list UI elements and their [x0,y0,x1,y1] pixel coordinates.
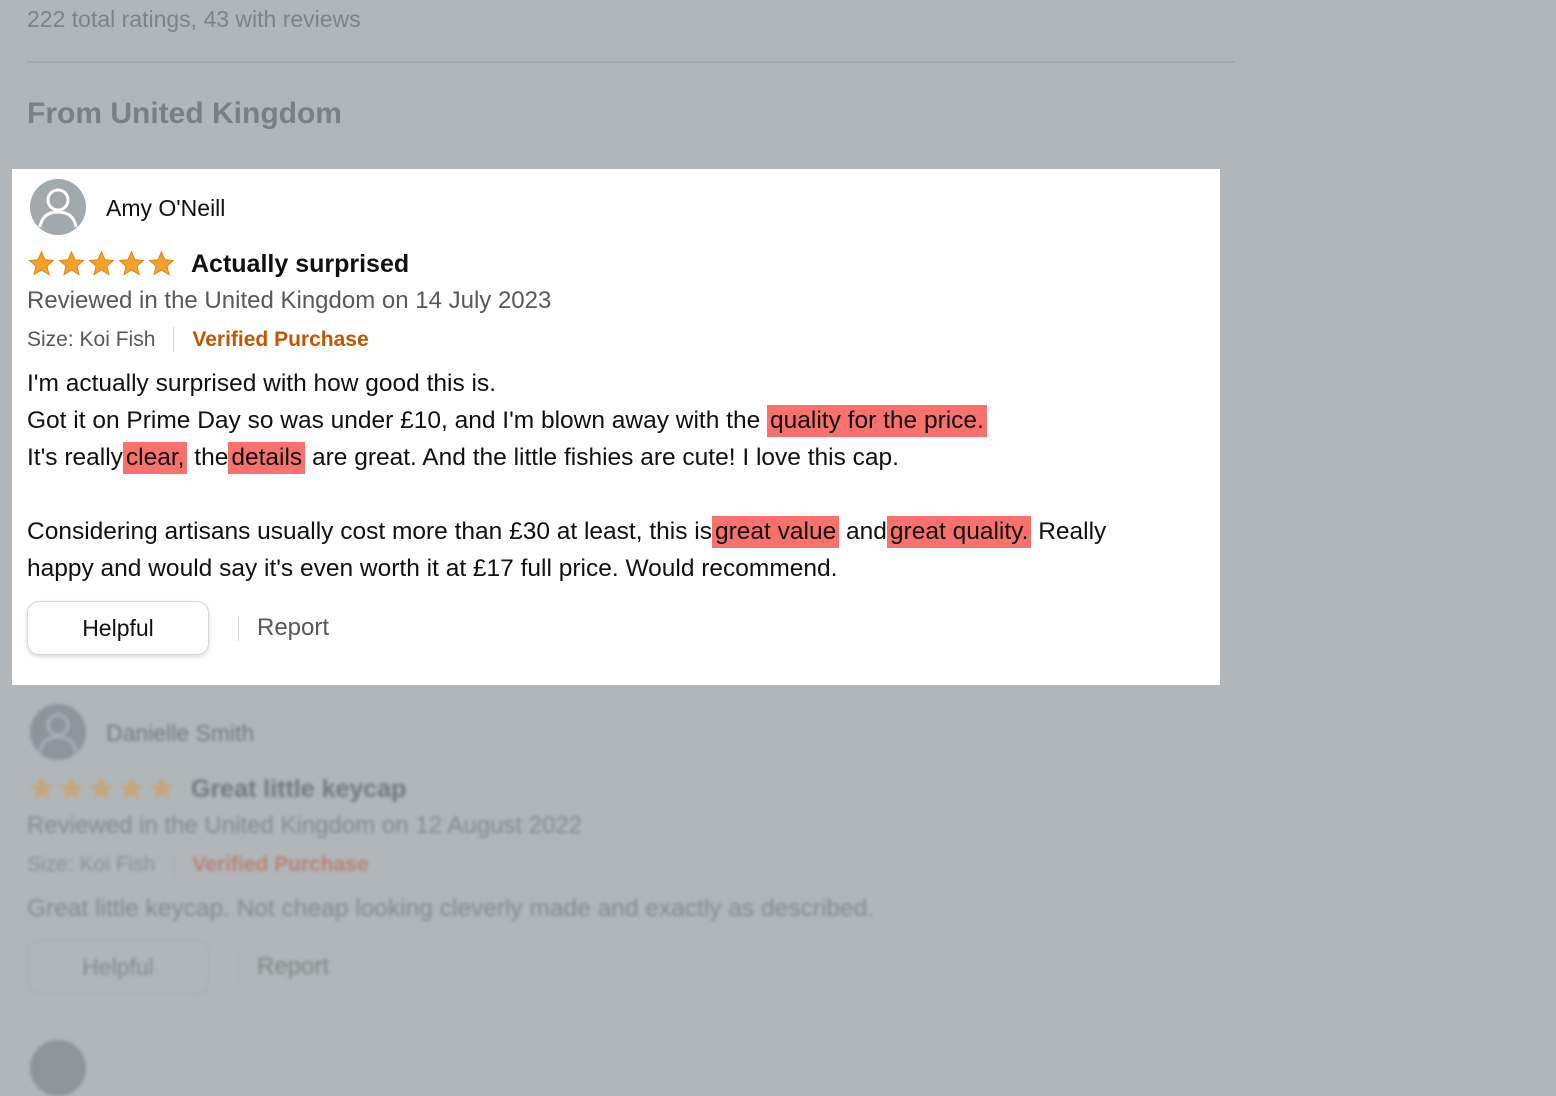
report-link[interactable]: Report [257,953,329,981]
helpful-button[interactable]: Helpful [27,601,209,655]
action-divider [238,617,239,641]
size-label[interactable]: Size: Koi Fish [27,328,155,352]
verified-purchase-badge: Verified Purchase [192,327,369,351]
highlight-details: details [228,442,306,474]
star-icon [59,776,84,800]
review-card-highlighted: Amy O'Neill Actually surprised Reviewed … [12,169,1220,685]
meta-divider [173,852,175,877]
review-body: Great little keycap. Not cheap looking c… [27,895,875,922]
avatar-icon [30,179,86,235]
highlight-great-value: great value [711,516,840,548]
section-divider [27,61,1235,63]
star-icon [89,776,114,800]
report-link[interactable]: Report [257,614,329,642]
star-icon [119,776,144,800]
review-date: Reviewed in the United Kingdom on 14 Jul… [27,287,552,314]
highlight-great-quality: great quality. [886,516,1032,548]
avatar-icon [30,704,86,760]
review-meta: Size: Koi Fish Verified Purchase [27,327,369,352]
review-card-blurred: Danielle Smith Great little keycap Revie… [12,700,1220,1096]
avatar-icon [30,1040,86,1096]
star-icon [118,250,145,276]
verified-purchase-badge: Verified Purchase [192,852,369,876]
review-title[interactable]: Great little keycap [191,775,406,804]
star-icon [58,250,85,276]
section-title: From United Kingdom [27,97,342,130]
review-meta: Size: Koi Fish Verified Purchase [27,852,369,877]
review-line-5: happy and would say it's even worth it a… [27,555,838,582]
review-line-2: Got it on Prime Day so was under £10, an… [27,402,1106,439]
size-label[interactable]: Size: Koi Fish [27,853,155,877]
meta-divider [173,327,175,352]
reviewer-name[interactable]: Danielle Smith [106,720,254,747]
ratings-summary: 222 total ratings, 43 with reviews [27,6,361,32]
star-rating [27,775,176,802]
review-line-blank [27,476,1106,513]
star-icon [149,776,174,800]
star-icon [88,250,115,276]
highlight-quality-for-price: quality for the price. [767,405,987,437]
highlight-clear: clear, [122,442,188,474]
review-line-4: Considering artisans usually cost more t… [27,513,1106,550]
review-body: I'm actually surprised with how good thi… [27,365,1106,587]
reviewer-name[interactable]: Amy O'Neill [106,195,225,222]
review-line-3: It's really clear, the details are great. … [27,439,1106,476]
review-date: Reviewed in the United Kingdom on 12 Aug… [27,812,583,839]
helpful-button[interactable]: Helpful [27,940,209,994]
star-icon [28,250,55,276]
star-icon [29,776,54,800]
star-rating [27,250,176,277]
action-divider [238,956,239,980]
review-line-1: I'm actually surprised with how good thi… [27,370,497,397]
review-title[interactable]: Actually surprised [191,250,409,279]
star-icon [148,250,175,276]
